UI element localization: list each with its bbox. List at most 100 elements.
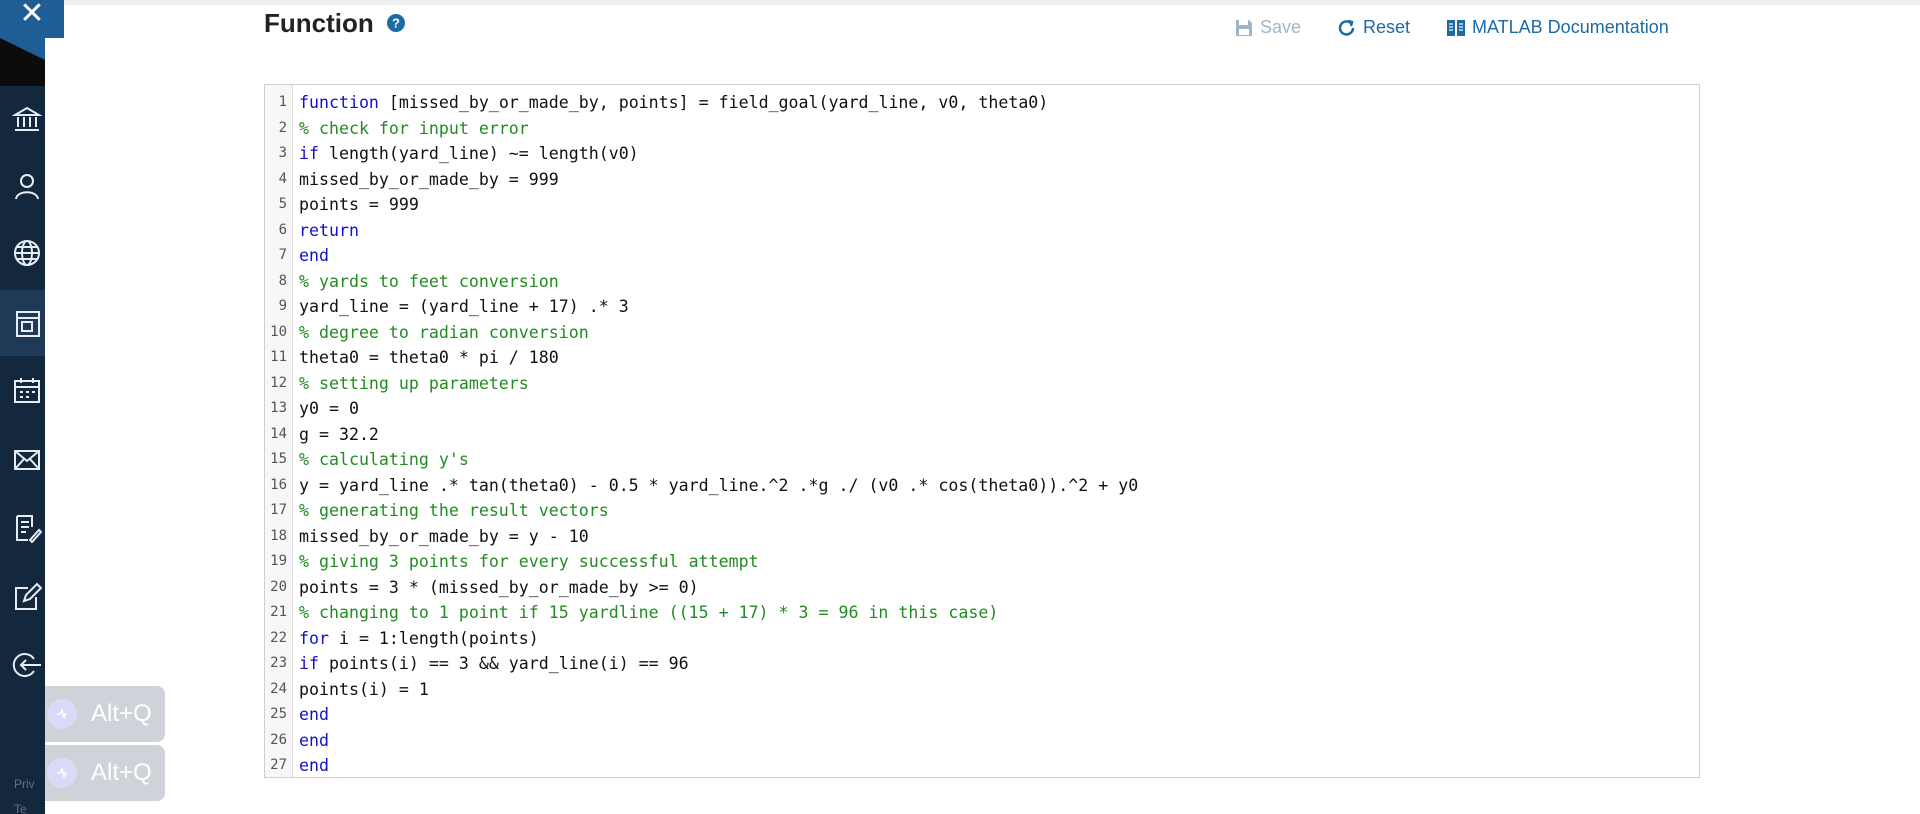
code-statement: points(i) == 3 && yard_line(i) == 96: [318, 654, 689, 673]
code-line[interactable]: 23 if points(i) == 3 && yard_line(i) == 9…: [265, 651, 1699, 677]
question-circle-icon[interactable]: ?: [387, 14, 405, 32]
line-number: 13: [270, 400, 287, 416]
line-number: 5: [278, 196, 287, 212]
code-statement: yard_line = (yard_line + 17) .* 3: [299, 297, 629, 316]
line-number: 23: [270, 655, 287, 671]
code-comment: % generating the result vectors: [299, 501, 609, 520]
code-text: yard_line = (yard_line + 17) .* 3: [299, 294, 629, 320]
code-statement: i = 1:length(points): [328, 628, 539, 648]
line-number: 3: [278, 145, 287, 161]
code-line[interactable]: 16 y = yard_line .* tan(theta0) - 0.5 * y…: [265, 473, 1699, 499]
line-number: 22: [270, 629, 287, 646]
docs-label: MATLAB Documentation: [1472, 17, 1669, 37]
code-line[interactable]: 1 function [missed_by_or_made_by, points]…: [265, 90, 1699, 116]
code-comment: % calculating y's: [299, 450, 469, 469]
code-line[interactable]: 9 yard_line = (yard_line + 17) .* 3: [265, 294, 1699, 320]
code-line[interactable]: 27 end: [265, 753, 1699, 779]
reset-label: Reset: [1363, 17, 1411, 37]
code-line[interactable]: 14 g = 32.2: [265, 422, 1699, 448]
code-line[interactable]: 3 if length(yard_line) ~= length(v0): [265, 141, 1699, 167]
code-statement: missed_by_or_made_by = 999: [299, 169, 559, 189]
user-icon[interactable]: [12, 171, 42, 201]
code-line[interactable]: 10 % degree to radian conversion: [265, 320, 1699, 346]
footer-privacy-link[interactable]: Priv: [14, 777, 35, 791]
code-editor[interactable]: 1 function [missed_by_or_made_by, points]…: [264, 84, 1700, 778]
code-line[interactable]: 15 % calculating y's: [265, 447, 1699, 473]
edit-box-icon[interactable]: [12, 582, 42, 612]
line-number: 6: [278, 221, 287, 238]
code-text: % check for input error: [299, 116, 529, 142]
line-number: 15: [270, 451, 287, 467]
page-title: Function: [264, 8, 374, 38]
save-button[interactable]: Save: [1235, 17, 1301, 38]
code-line[interactable]: 2 % check for input error: [265, 116, 1699, 142]
altq-shortcut-badge[interactable]: Alt+Q: [45, 745, 165, 801]
code-text: % changing to 1 point if 15 yardline ((1…: [299, 600, 998, 626]
code-statement: theta0 = theta0 * pi / 180: [299, 348, 559, 367]
code-text: if length(yard_line) ~= length(v0): [299, 141, 639, 167]
code-keyword: for: [299, 628, 329, 648]
code-keyword: return: [299, 220, 359, 240]
close-button[interactable]: ✕: [0, 0, 64, 38]
code-keyword: end: [299, 756, 329, 775]
code-line[interactable]: 8 % yards to feet conversion: [265, 269, 1699, 295]
code-text: g = 32.2: [299, 422, 379, 448]
code-line[interactable]: 5 points = 999: [265, 192, 1699, 218]
code-line[interactable]: 26 end: [265, 728, 1699, 754]
code-keyword: end: [299, 246, 329, 265]
code-line[interactable]: 22 for i = 1:length(points): [265, 626, 1699, 652]
code-line[interactable]: 24 points(i) = 1: [265, 677, 1699, 703]
edit-list-icon[interactable]: [12, 513, 42, 543]
code-keyword: if: [299, 654, 319, 673]
code-text: % setting up parameters: [299, 371, 529, 397]
line-number: 18: [270, 527, 287, 544]
globe-icon[interactable]: [12, 238, 42, 268]
assistant-icon: [47, 758, 77, 788]
matlab-documentation-link[interactable]: MATLAB Documentation: [1447, 17, 1669, 38]
code-text: missed_by_or_made_by = y - 10: [299, 524, 589, 550]
code-text: end: [299, 753, 329, 779]
close-button-fold: [0, 38, 45, 60]
line-number: 21: [270, 604, 287, 620]
code-statement: missed_by_or_made_by = y - 10: [299, 526, 589, 546]
code-line[interactable]: 11 theta0 = theta0 * pi / 180: [265, 345, 1699, 371]
code-text: % degree to radian conversion: [299, 320, 589, 346]
reset-button[interactable]: Reset: [1338, 17, 1410, 38]
code-line[interactable]: 19 % giving 3 points for every successful…: [265, 549, 1699, 575]
save-label: Save: [1260, 17, 1302, 37]
code-keyword: end: [299, 730, 329, 750]
line-number: 24: [270, 680, 287, 697]
code-line[interactable]: 18 missed_by_or_made_by = y - 10: [265, 524, 1699, 550]
line-number: 27: [270, 757, 287, 773]
code-line[interactable]: 17 % generating the result vectors: [265, 498, 1699, 524]
logout-icon[interactable]: [12, 650, 42, 680]
code-comment: % changing to 1 point if 15 yardline ((1…: [299, 603, 999, 622]
line-number: 11: [270, 349, 287, 365]
code-line[interactable]: 13 y0 = 0: [265, 396, 1699, 422]
altq-label: Alt+Q: [91, 759, 152, 786]
mail-icon[interactable]: [12, 445, 42, 475]
sidebar-nav: Priv Te: [0, 0, 45, 814]
code-line[interactable]: 25 end: [265, 702, 1699, 728]
bank-icon[interactable]: [12, 104, 42, 134]
altq-label: Alt+Q: [91, 700, 152, 727]
line-number: 9: [278, 298, 287, 314]
code-text: for i = 1:length(points): [299, 626, 539, 652]
code-line[interactable]: 21 % changing to 1 point if 15 yardline (…: [265, 600, 1699, 626]
code-text: theta0 = theta0 * pi / 180: [299, 345, 559, 371]
calendar-icon[interactable]: [12, 375, 42, 405]
code-line[interactable]: 4 missed_by_or_made_by = 999: [265, 167, 1699, 193]
altq-shortcut-badge[interactable]: Alt+Q: [45, 686, 165, 742]
code-line[interactable]: 6 return: [265, 218, 1699, 244]
code-statement: length(yard_line) ~= length(v0): [318, 144, 639, 163]
code-text: end: [299, 728, 329, 754]
code-line[interactable]: 12 % setting up parameters: [265, 371, 1699, 397]
code-line[interactable]: 7 end: [265, 243, 1699, 269]
code-keyword: if: [299, 144, 319, 163]
code-statement: points = 999: [299, 195, 419, 214]
code-text: % giving 3 points for every successful a…: [299, 549, 759, 575]
code-line[interactable]: 20 points = 3 * (missed_by_or_made_by >= …: [265, 575, 1699, 601]
footer-terms-link[interactable]: Te: [14, 802, 27, 814]
code-area[interactable]: 1 function [missed_by_or_made_by, points]…: [265, 90, 1699, 779]
course-icon[interactable]: [12, 308, 42, 338]
